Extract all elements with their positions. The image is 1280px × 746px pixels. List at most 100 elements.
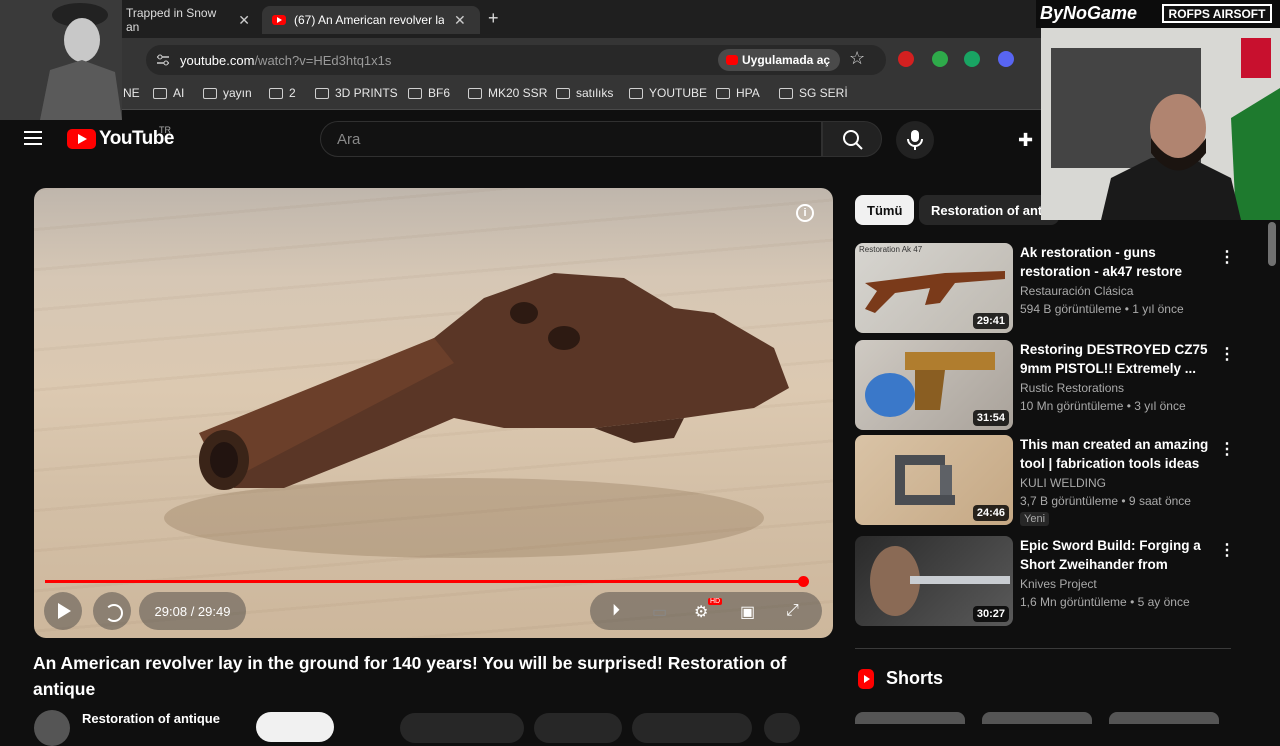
theater-mode-icon[interactable]: ▣ bbox=[740, 602, 755, 622]
more-vert-icon[interactable]: ⋮ bbox=[1219, 247, 1235, 267]
video-title: An American revolver lay in the ground f… bbox=[33, 653, 787, 699]
bookmark-yayin[interactable]: yayın bbox=[203, 86, 252, 100]
autoplay-toggle-icon[interactable]: ⏵ bbox=[612, 602, 620, 620]
duration-badge: 29:41 bbox=[972, 313, 1009, 329]
voice-search-button[interactable] bbox=[896, 121, 934, 159]
tab-trapped-in-snow[interactable]: Trapped in Snow an ✕ bbox=[116, 6, 260, 34]
close-icon[interactable]: ✕ bbox=[238, 12, 250, 29]
thumbnail[interactable]: Restoration Ak 47 29:41 bbox=[855, 243, 1013, 333]
folder-icon bbox=[203, 87, 217, 99]
microphone-icon bbox=[907, 130, 923, 150]
bookmark-ne[interactable]: NE bbox=[123, 86, 140, 100]
thumbnail[interactable]: 31:54 bbox=[855, 340, 1013, 430]
recommendation-title[interactable]: Epic Sword Build: Forging a Short Zweiha… bbox=[1020, 536, 1215, 574]
bookmark-label: 3D PRINTS bbox=[335, 86, 398, 100]
progress-bar[interactable] bbox=[45, 580, 804, 583]
more-actions-button[interactable] bbox=[764, 713, 800, 743]
region-code: TR bbox=[159, 125, 171, 135]
bookmark-3d-prints[interactable]: 3D PRINTS bbox=[315, 86, 398, 100]
video-player[interactable]: i 29:08 / 29:49 ⏵ ▭ ⚙ HD ▣ ⤢ bbox=[34, 188, 833, 638]
site-settings-icon[interactable] bbox=[156, 53, 170, 67]
recommendation-title[interactable]: Restoring DESTROYED CZ75 9mm PISTOL!! Ex… bbox=[1020, 340, 1215, 378]
sidebar-scrollbar[interactable] bbox=[1268, 222, 1276, 266]
recommendation-title[interactable]: Ak restoration - guns restoration - ak47… bbox=[1020, 243, 1215, 281]
hamburger-menu-icon[interactable] bbox=[24, 131, 42, 145]
thumbnail[interactable]: 24:46 bbox=[855, 435, 1013, 525]
bookmark-sg-seri[interactable]: SG SERİ bbox=[779, 86, 848, 100]
thumbnail-caption: Restoration Ak 47 bbox=[859, 245, 923, 254]
duration-badge: 30:27 bbox=[972, 606, 1009, 622]
share-button[interactable] bbox=[534, 713, 622, 743]
bookmark-label: MK20 SSR bbox=[488, 86, 548, 100]
youtube-logo-icon[interactable] bbox=[67, 129, 96, 149]
webcam-image bbox=[1041, 28, 1280, 220]
subscribe-button[interactable] bbox=[256, 712, 334, 742]
bynogame-logo: ByNoGame bbox=[1040, 3, 1138, 23]
bookmark-star-icon[interactable]: ☆ bbox=[849, 48, 865, 69]
chip-restoration-of-antique[interactable]: Restoration of antique bbox=[919, 195, 1059, 225]
recommendation-title[interactable]: This man created an amazing tool | fabri… bbox=[1020, 435, 1215, 473]
recommendation-channel[interactable]: KULI WELDING bbox=[1020, 476, 1106, 490]
recommendation-channel[interactable]: Knives Project bbox=[1020, 577, 1097, 591]
recommendation-meta: 594 B görüntüleme • 1 yıl önce bbox=[1020, 302, 1184, 316]
avatar[interactable] bbox=[34, 710, 70, 746]
shorts-thumbnail[interactable] bbox=[982, 712, 1092, 724]
folder-icon bbox=[629, 87, 643, 99]
rofps-airsoft-logo: ROFPS AIRSOFT bbox=[1162, 4, 1272, 23]
bookmark-label: yayın bbox=[223, 86, 252, 100]
bookmark-2[interactable]: 2 bbox=[269, 86, 296, 100]
recommendation-item[interactable]: 30:27 Epic Sword Build: Forging a Short … bbox=[855, 536, 1235, 626]
portrait-image bbox=[0, 0, 122, 120]
fullscreen-icon[interactable]: ⤢ bbox=[786, 602, 799, 620]
bookmark-bf6[interactable]: BF6 bbox=[408, 86, 450, 100]
progress-scrubber-handle[interactable] bbox=[798, 576, 809, 587]
discord-icon[interactable] bbox=[998, 51, 1014, 67]
folder-icon bbox=[468, 87, 482, 99]
chip-all[interactable]: Tümü bbox=[855, 195, 915, 225]
folder-icon bbox=[408, 87, 422, 99]
duration-badge: 24:46 bbox=[972, 505, 1009, 521]
bookmark-label: satılıks bbox=[576, 86, 614, 100]
volume-button[interactable] bbox=[93, 592, 131, 630]
bookmark-hpa[interactable]: HPA bbox=[716, 86, 760, 100]
channel-name[interactable]: Restoration of antique bbox=[82, 711, 220, 726]
more-vert-icon[interactable]: ⋮ bbox=[1219, 439, 1235, 459]
recommendation-channel[interactable]: Rustic Restorations bbox=[1020, 381, 1124, 395]
shorts-icon bbox=[858, 668, 874, 689]
recommendation-item[interactable]: 24:46 This man created an amazing tool |… bbox=[855, 435, 1235, 526]
thumbnail[interactable]: 30:27 bbox=[855, 536, 1013, 626]
search-button[interactable] bbox=[822, 121, 882, 157]
recommendation-meta: 1,6 Mn görüntüleme • 5 ay önce bbox=[1020, 595, 1190, 609]
create-icon[interactable]: ✚ bbox=[1018, 130, 1033, 151]
extension-green-icon[interactable] bbox=[932, 51, 948, 67]
folder-icon bbox=[315, 87, 329, 99]
shorts-thumbnail[interactable] bbox=[855, 712, 965, 724]
bookmark-ai[interactable]: AI bbox=[153, 86, 184, 100]
tab-label: Trapped in Snow an bbox=[126, 6, 217, 34]
info-icon[interactable]: i bbox=[796, 204, 814, 222]
subtitles-icon[interactable]: ▭ bbox=[652, 602, 667, 622]
close-icon[interactable]: ✕ bbox=[454, 12, 466, 29]
recommendation-item[interactable]: Restoration Ak 47 29:41 Ak restoration -… bbox=[855, 243, 1235, 333]
play-button[interactable] bbox=[44, 592, 82, 630]
more-vert-icon[interactable]: ⋮ bbox=[1219, 540, 1235, 560]
divider bbox=[855, 648, 1231, 649]
open-in-app-button[interactable]: Uygulamada aç bbox=[718, 49, 841, 71]
recommendation-item[interactable]: 31:54 Restoring DESTROYED CZ75 9mm PISTO… bbox=[855, 340, 1235, 430]
shorts-thumbnail[interactable] bbox=[1109, 712, 1219, 724]
grammarly-icon[interactable] bbox=[964, 51, 980, 67]
bookmark-mk20[interactable]: MK20 SSR bbox=[468, 86, 547, 100]
bookmark-youtube[interactable]: YOUTUBE bbox=[629, 86, 707, 100]
like-dislike-button[interactable] bbox=[400, 713, 524, 743]
more-vert-icon[interactable]: ⋮ bbox=[1219, 344, 1235, 364]
download-button[interactable] bbox=[632, 713, 752, 743]
recommendation-channel[interactable]: Restauración Clásica bbox=[1020, 284, 1133, 298]
tab-active-video[interactable]: (67) An American revolver lay in ✕ bbox=[262, 6, 480, 34]
extension-red-icon[interactable] bbox=[898, 51, 914, 67]
bookmark-label: NE bbox=[123, 86, 140, 100]
new-tab-icon[interactable]: + bbox=[488, 8, 499, 29]
search-input[interactable]: Ara bbox=[320, 121, 822, 157]
settings-gear-icon[interactable]: ⚙ bbox=[694, 602, 708, 622]
bookmark-label: 2 bbox=[289, 86, 296, 100]
bookmark-satiliks[interactable]: satılıks bbox=[556, 86, 613, 100]
